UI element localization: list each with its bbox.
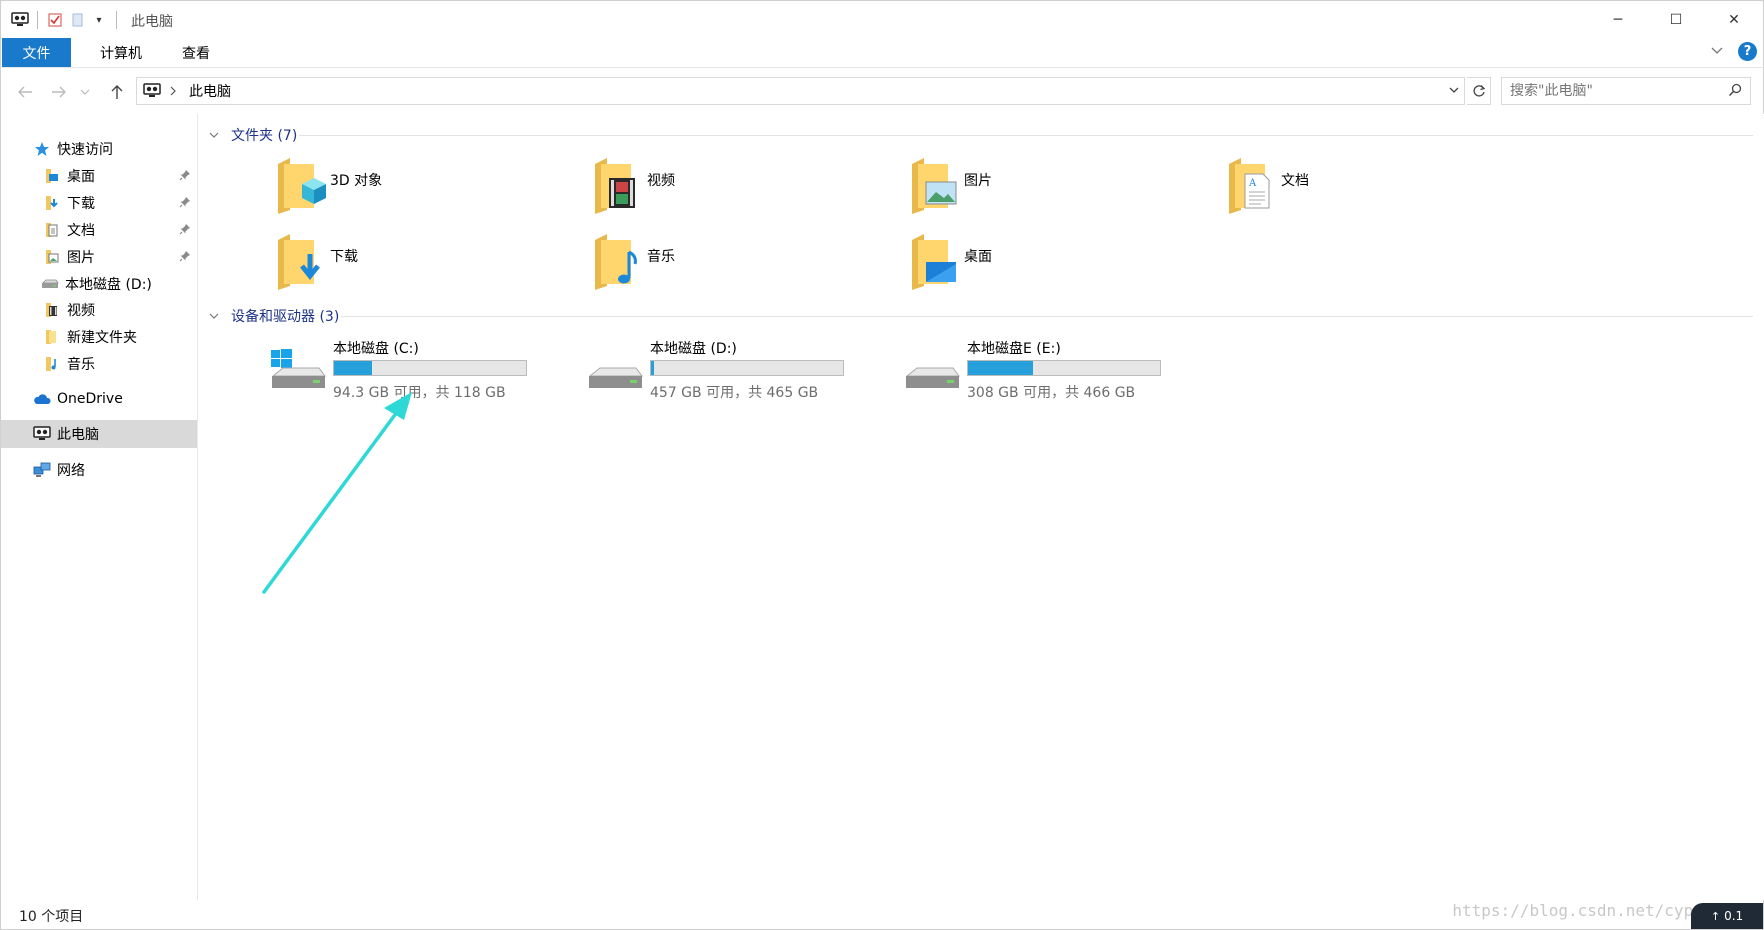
- drive-icon: [903, 348, 961, 398]
- folder-documents[interactable]: A 文档: [1225, 156, 1525, 222]
- nav-onedrive[interactable]: OneDrive: [1, 385, 197, 413]
- nav-item-videos[interactable]: 视频: [1, 296, 197, 324]
- chevron-down-icon: [209, 129, 223, 142]
- drive-usage-fill: [334, 361, 373, 375]
- desktop-folder-icon: [43, 167, 61, 185]
- properties-icon[interactable]: [44, 9, 66, 31]
- expand-ribbon-icon[interactable]: [1710, 44, 1724, 60]
- pin-icon[interactable]: [179, 169, 191, 185]
- drive-usage-bar: [650, 360, 844, 376]
- 3d-objects-folder-icon: [274, 156, 330, 216]
- this-pc-icon: [143, 83, 161, 99]
- drive-icon: [586, 348, 644, 398]
- group-header-drives[interactable]: 设备和驱动器 (3): [209, 305, 339, 327]
- nav-item-music[interactable]: 音乐: [1, 350, 197, 378]
- ribbon-tabs: 文件 计算机 查看 ?: [0, 38, 1764, 67]
- tab-view[interactable]: 查看: [163, 38, 229, 67]
- drive-usage-bar: [333, 360, 527, 376]
- drive-icon: [41, 275, 59, 293]
- drive-d[interactable]: 本地磁盘 (D:) 457 GB 可用，共 465 GB: [586, 338, 886, 408]
- back-button[interactable]: [13, 80, 37, 104]
- search-input[interactable]: [1510, 83, 1710, 99]
- search-box[interactable]: [1501, 77, 1751, 105]
- group-divider: [299, 135, 1753, 136]
- address-dropdown-icon[interactable]: [1448, 83, 1460, 101]
- folder-icon: [43, 328, 61, 346]
- documents-folder-icon: A: [1225, 156, 1281, 216]
- search-icon[interactable]: [1728, 83, 1742, 101]
- drive-e[interactable]: 本地磁盘E (E:) 308 GB 可用，共 466 GB: [903, 338, 1203, 408]
- nav-item-desktop[interactable]: 桌面: [1, 162, 197, 190]
- cloud-icon: [33, 390, 51, 408]
- videos-folder-icon: [43, 301, 61, 319]
- nav-item-drive-d[interactable]: 本地磁盘 (D:): [1, 270, 197, 298]
- system-drive-icon: [269, 348, 327, 398]
- nav-this-pc[interactable]: 此电脑: [1, 420, 197, 448]
- chevron-down-icon: [209, 310, 223, 323]
- group-divider: [341, 316, 1753, 317]
- folder-videos[interactable]: 视频: [591, 156, 891, 222]
- new-folder-icon[interactable]: [66, 9, 88, 31]
- recent-locations-icon[interactable]: [77, 80, 93, 104]
- customize-qat-icon[interactable]: ▾: [88, 9, 110, 31]
- title-bar: ▾ 此电脑 ─ ☐ ✕: [0, 0, 1764, 38]
- svg-text:A: A: [1248, 178, 1257, 189]
- pin-icon[interactable]: [179, 223, 191, 239]
- nav-item-downloads[interactable]: 下载: [1, 189, 197, 217]
- quick-access-toolbar: ▾: [9, 8, 123, 32]
- group-header-folders[interactable]: 文件夹 (7): [209, 124, 297, 146]
- folder-music[interactable]: 音乐: [591, 232, 891, 298]
- close-button[interactable]: ✕: [1705, 1, 1763, 39]
- nav-item-pictures[interactable]: 图片: [1, 243, 197, 271]
- pictures-folder-icon: [908, 156, 964, 216]
- breadcrumb[interactable]: 此电脑: [189, 81, 231, 101]
- breadcrumb-chevron-icon[interactable]: [169, 86, 177, 96]
- pin-icon[interactable]: [179, 250, 191, 266]
- documents-folder-icon: [43, 221, 61, 239]
- tab-computer[interactable]: 计算机: [77, 38, 165, 67]
- folder-downloads[interactable]: 下载: [274, 232, 574, 298]
- maximize-button[interactable]: ☐: [1647, 1, 1705, 39]
- folder-desktop[interactable]: 桌面: [908, 232, 1208, 298]
- refresh-button[interactable]: [1467, 77, 1491, 105]
- address-row: 此电脑: [0, 67, 1764, 114]
- tab-file[interactable]: 文件: [2, 38, 71, 67]
- nav-item-new-folder[interactable]: 新建文件夹: [1, 323, 197, 351]
- music-folder-icon: [591, 232, 647, 292]
- downloads-folder-icon: [274, 232, 330, 292]
- videos-folder-icon: [591, 156, 647, 216]
- this-pc-icon: [33, 425, 51, 443]
- folder-3d-objects[interactable]: 3D 对象: [274, 156, 574, 222]
- item-count: 10 个项目: [19, 909, 84, 925]
- address-bar[interactable]: 此电脑: [136, 77, 1465, 105]
- drive-c[interactable]: 本地磁盘 (C:) 94.3 GB 可用，共 118 GB: [269, 338, 569, 408]
- this-pc-icon: [9, 9, 31, 31]
- content-pane: 文件夹 (7) 3D 对象 视频 图片 A 文档 下载 音乐 桌面 设备和驱动器…: [199, 114, 1763, 900]
- window-title: 此电脑: [131, 14, 173, 30]
- status-bar: 10 个项目 https://blog.csdn.net/cyp987521 ↑…: [0, 900, 1764, 930]
- drive-usage-fill: [968, 361, 1034, 375]
- nav-network[interactable]: 网络: [1, 456, 197, 484]
- help-button[interactable]: ?: [1738, 42, 1757, 61]
- minimize-button[interactable]: ─: [1589, 1, 1647, 39]
- forward-button[interactable]: [47, 80, 71, 104]
- pin-icon[interactable]: [179, 196, 191, 212]
- drive-usage-bar: [967, 360, 1161, 376]
- nav-item-documents[interactable]: 文档: [1, 216, 197, 244]
- pictures-folder-icon: [43, 248, 61, 266]
- music-folder-icon: [43, 355, 61, 373]
- navigation-pane: 快速访问 桌面 下载 文档 图片 本地磁盘 (D:) 视频 新建文件夹 音乐 O…: [0, 114, 198, 900]
- network-icon: [33, 461, 51, 479]
- upload-arrow-icon: ↑: [1710, 909, 1721, 923]
- star-icon: [33, 140, 51, 158]
- nav-quick-access[interactable]: 快速访问: [1, 135, 197, 163]
- downloads-folder-icon: [43, 194, 61, 212]
- folder-pictures[interactable]: 图片: [908, 156, 1208, 222]
- drive-usage-fill: [651, 361, 655, 375]
- network-speed-badge: ↑ 0.1: [1691, 903, 1763, 929]
- up-button[interactable]: [105, 80, 129, 104]
- desktop-folder-icon: [908, 232, 964, 292]
